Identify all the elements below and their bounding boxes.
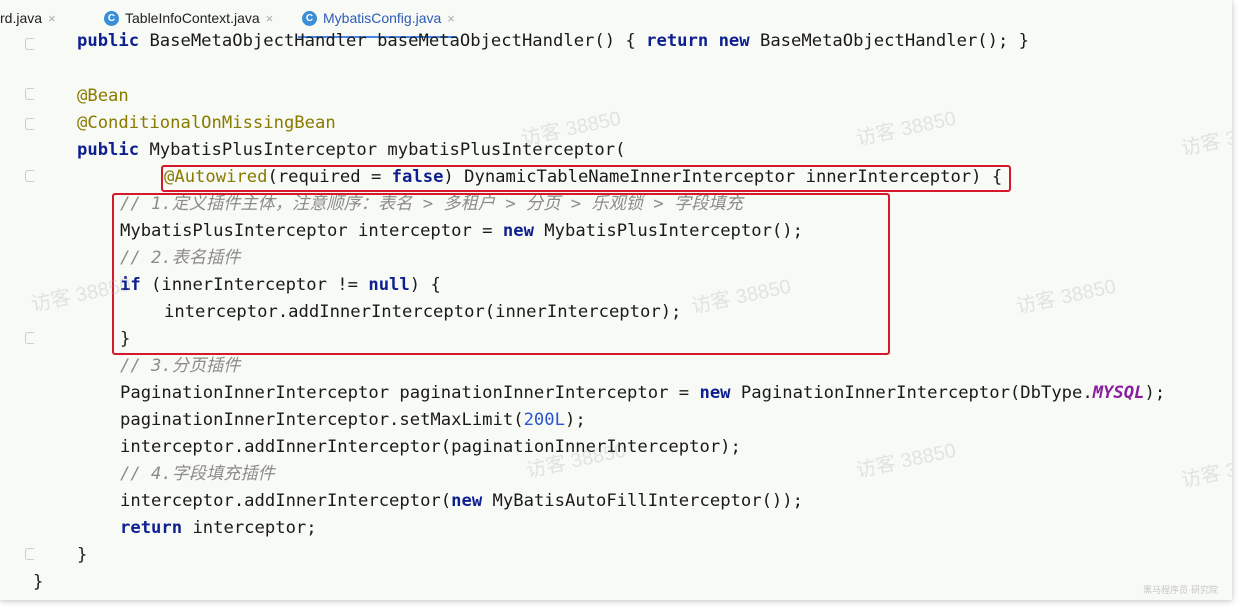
code-line: public MybatisPlusInterceptor mybatisPlu… bbox=[77, 140, 626, 160]
tab-label: MybatisConfig.java bbox=[323, 10, 442, 26]
fold-icon[interactable] bbox=[25, 118, 34, 130]
code-line: return interceptor; bbox=[120, 518, 317, 538]
fold-icon[interactable] bbox=[25, 170, 34, 182]
code-line: } bbox=[33, 572, 44, 592]
class-icon: C bbox=[104, 10, 119, 26]
code-comment: // 4.字段填充插件 bbox=[120, 464, 275, 484]
class-icon: C bbox=[302, 10, 317, 26]
code-line: public BaseMetaObjectHandler baseMetaObj… bbox=[77, 31, 1030, 51]
editor-window: rd.java × C TableInfoContext.java × C My… bbox=[0, 0, 1232, 600]
tab-label: rd.java bbox=[0, 10, 43, 26]
code-line: PaginationInnerInterceptor paginationInn… bbox=[120, 383, 1166, 403]
highlight-box-autowired bbox=[161, 165, 1011, 192]
code-comment: // 3.分页插件 bbox=[120, 356, 241, 376]
close-icon[interactable]: × bbox=[48, 11, 56, 26]
code-line: paginationInnerInterceptor.setMaxLimit(2… bbox=[120, 410, 586, 430]
code-line: } bbox=[77, 545, 88, 565]
code-line: @ConditionalOnMissingBean bbox=[77, 113, 336, 133]
highlight-box-interceptor-block bbox=[112, 193, 890, 355]
corner-watermark: 黑马程序员·研究院 bbox=[1143, 585, 1218, 595]
watermark: 访客 38850 bbox=[854, 439, 958, 483]
watermark: 访客 38850 bbox=[854, 107, 958, 151]
close-icon[interactable]: × bbox=[266, 11, 274, 26]
fold-icon[interactable] bbox=[25, 88, 34, 100]
watermark: 访客 38850 bbox=[1179, 117, 1232, 161]
code-line: interceptor.addInnerInterceptor(new MyBa… bbox=[120, 491, 803, 511]
code-line: interceptor.addInnerInterceptor(paginati… bbox=[120, 437, 741, 457]
watermark: 访客 38850 bbox=[1014, 275, 1118, 319]
code-editor[interactable]: public BaseMetaObjectHandler baseMetaObj… bbox=[0, 30, 1232, 600]
close-icon[interactable]: × bbox=[447, 11, 455, 26]
tab-label: TableInfoContext.java bbox=[125, 10, 260, 26]
watermark: 访客 38850 bbox=[1179, 449, 1232, 493]
code-line: @Bean bbox=[77, 86, 129, 106]
fold-icon[interactable] bbox=[25, 38, 34, 50]
fold-icon[interactable] bbox=[25, 332, 34, 344]
fold-icon[interactable] bbox=[25, 548, 34, 560]
